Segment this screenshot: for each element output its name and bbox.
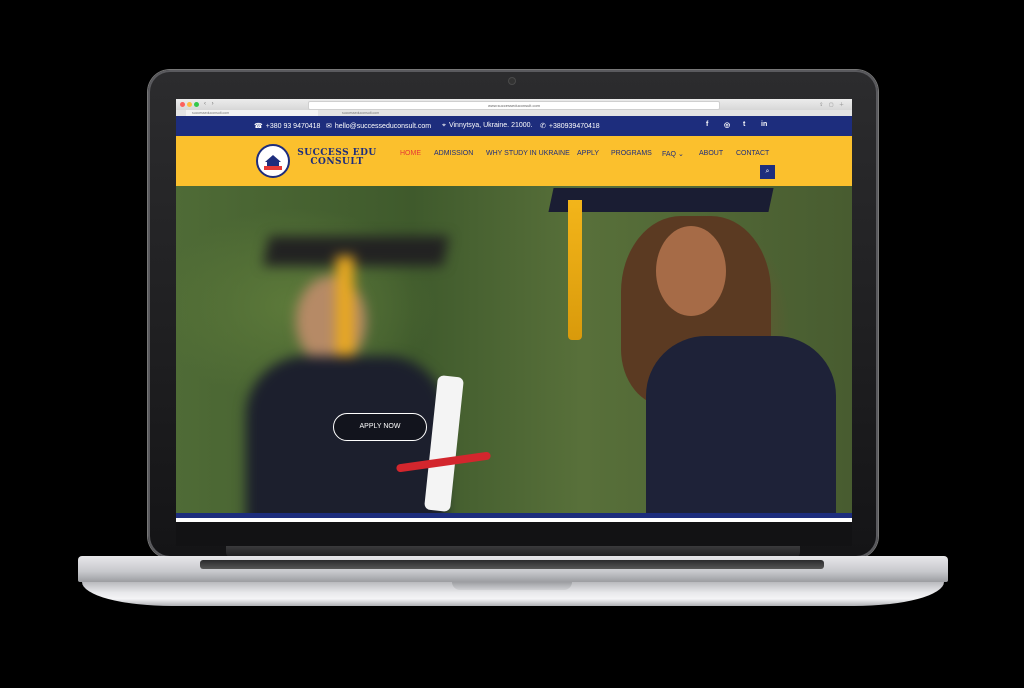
map-pin-icon: ⌖	[442, 122, 446, 129]
instagram-icon[interactable]: ◎	[724, 121, 730, 129]
minimize-window-icon[interactable]	[187, 102, 192, 107]
hero-banner: APPLY NOW	[176, 186, 852, 513]
webcam	[509, 78, 515, 84]
logo-emblem[interactable]	[256, 144, 290, 178]
keyboard-edge	[200, 560, 824, 569]
top-contact-bar: ☎ +380 93 9470418 ✉ hello@successeduconsul…	[176, 116, 852, 136]
url-text: www.successeduconsult.com	[487, 103, 541, 108]
phone-text: +380 93 9470418	[265, 123, 321, 130]
nav-why-study-in-ukraine[interactable]: WHY STUDY IN UKRAINE	[486, 150, 570, 157]
email-text: hello@successeduconsult.com	[334, 123, 432, 130]
whatsapp-text: +380939470418	[548, 123, 600, 130]
search-icon: ⌕	[765, 168, 770, 175]
cap-tassel	[568, 200, 582, 340]
whatsapp-icon: ✆	[540, 123, 546, 130]
facebook-icon[interactable]: f	[706, 121, 708, 128]
address-bar[interactable]: www.successeduconsult.com	[308, 101, 720, 110]
browser-tools-icons[interactable]: ⇪ ▢ ＋	[819, 101, 846, 108]
screen-bezel-bottom	[176, 522, 852, 546]
site-header: SUCCESS EDU CONSULT HOME ADMISSION WHY S…	[176, 136, 852, 186]
phone-icon: ☎	[254, 123, 263, 130]
logo-text[interactable]: SUCCESS EDU CONSULT	[297, 149, 377, 167]
nav-contact[interactable]: CONTACT	[736, 150, 769, 157]
nav-about[interactable]: ABOUT	[699, 150, 723, 157]
trackpad-notch	[452, 582, 572, 590]
nav-faq-label: FAQ	[662, 151, 677, 158]
graduation-cap	[548, 188, 774, 212]
location-contact: ⌖ Vinnytsya, Ukraine. 21000.	[442, 122, 533, 130]
laptop-screen: ‹ › www.successeduconsult.com ⇪ ▢ ＋ succ…	[176, 99, 852, 522]
book-icon	[264, 166, 282, 170]
location-text: Vinnytsya, Ukraine. 21000.	[448, 122, 533, 129]
graduation-gown	[646, 336, 836, 513]
back-forward-icons[interactable]: ‹ ›	[204, 101, 216, 107]
close-window-icon[interactable]	[180, 102, 185, 107]
whatsapp-contact[interactable]: ✆ +380939470418	[540, 122, 600, 130]
apply-now-button[interactable]: APPLY NOW	[333, 413, 427, 441]
logo-line-2: CONSULT	[310, 157, 364, 167]
maximize-window-icon[interactable]	[194, 102, 199, 107]
nav-faq[interactable]: FAQ ⌄	[662, 150, 684, 158]
nav-apply[interactable]: APPLY	[577, 150, 599, 157]
phone-contact[interactable]: ☎ +380 93 9470418	[254, 122, 320, 130]
twitter-icon[interactable]: t	[743, 121, 745, 128]
linkedin-icon[interactable]: in	[761, 121, 767, 128]
graduate-face	[656, 226, 726, 316]
mail-icon: ✉	[326, 123, 332, 130]
nav-programs[interactable]: PROGRAMS	[611, 150, 652, 157]
search-button[interactable]: ⌕	[760, 165, 775, 179]
hero-bottom-strip	[176, 513, 852, 518]
nav-home[interactable]: HOME	[400, 150, 421, 157]
nav-admission[interactable]: ADMISSION	[434, 150, 473, 157]
chevron-down-icon: ⌄	[677, 151, 684, 158]
email-contact[interactable]: ✉ hello@successeduconsult.com	[326, 122, 431, 130]
